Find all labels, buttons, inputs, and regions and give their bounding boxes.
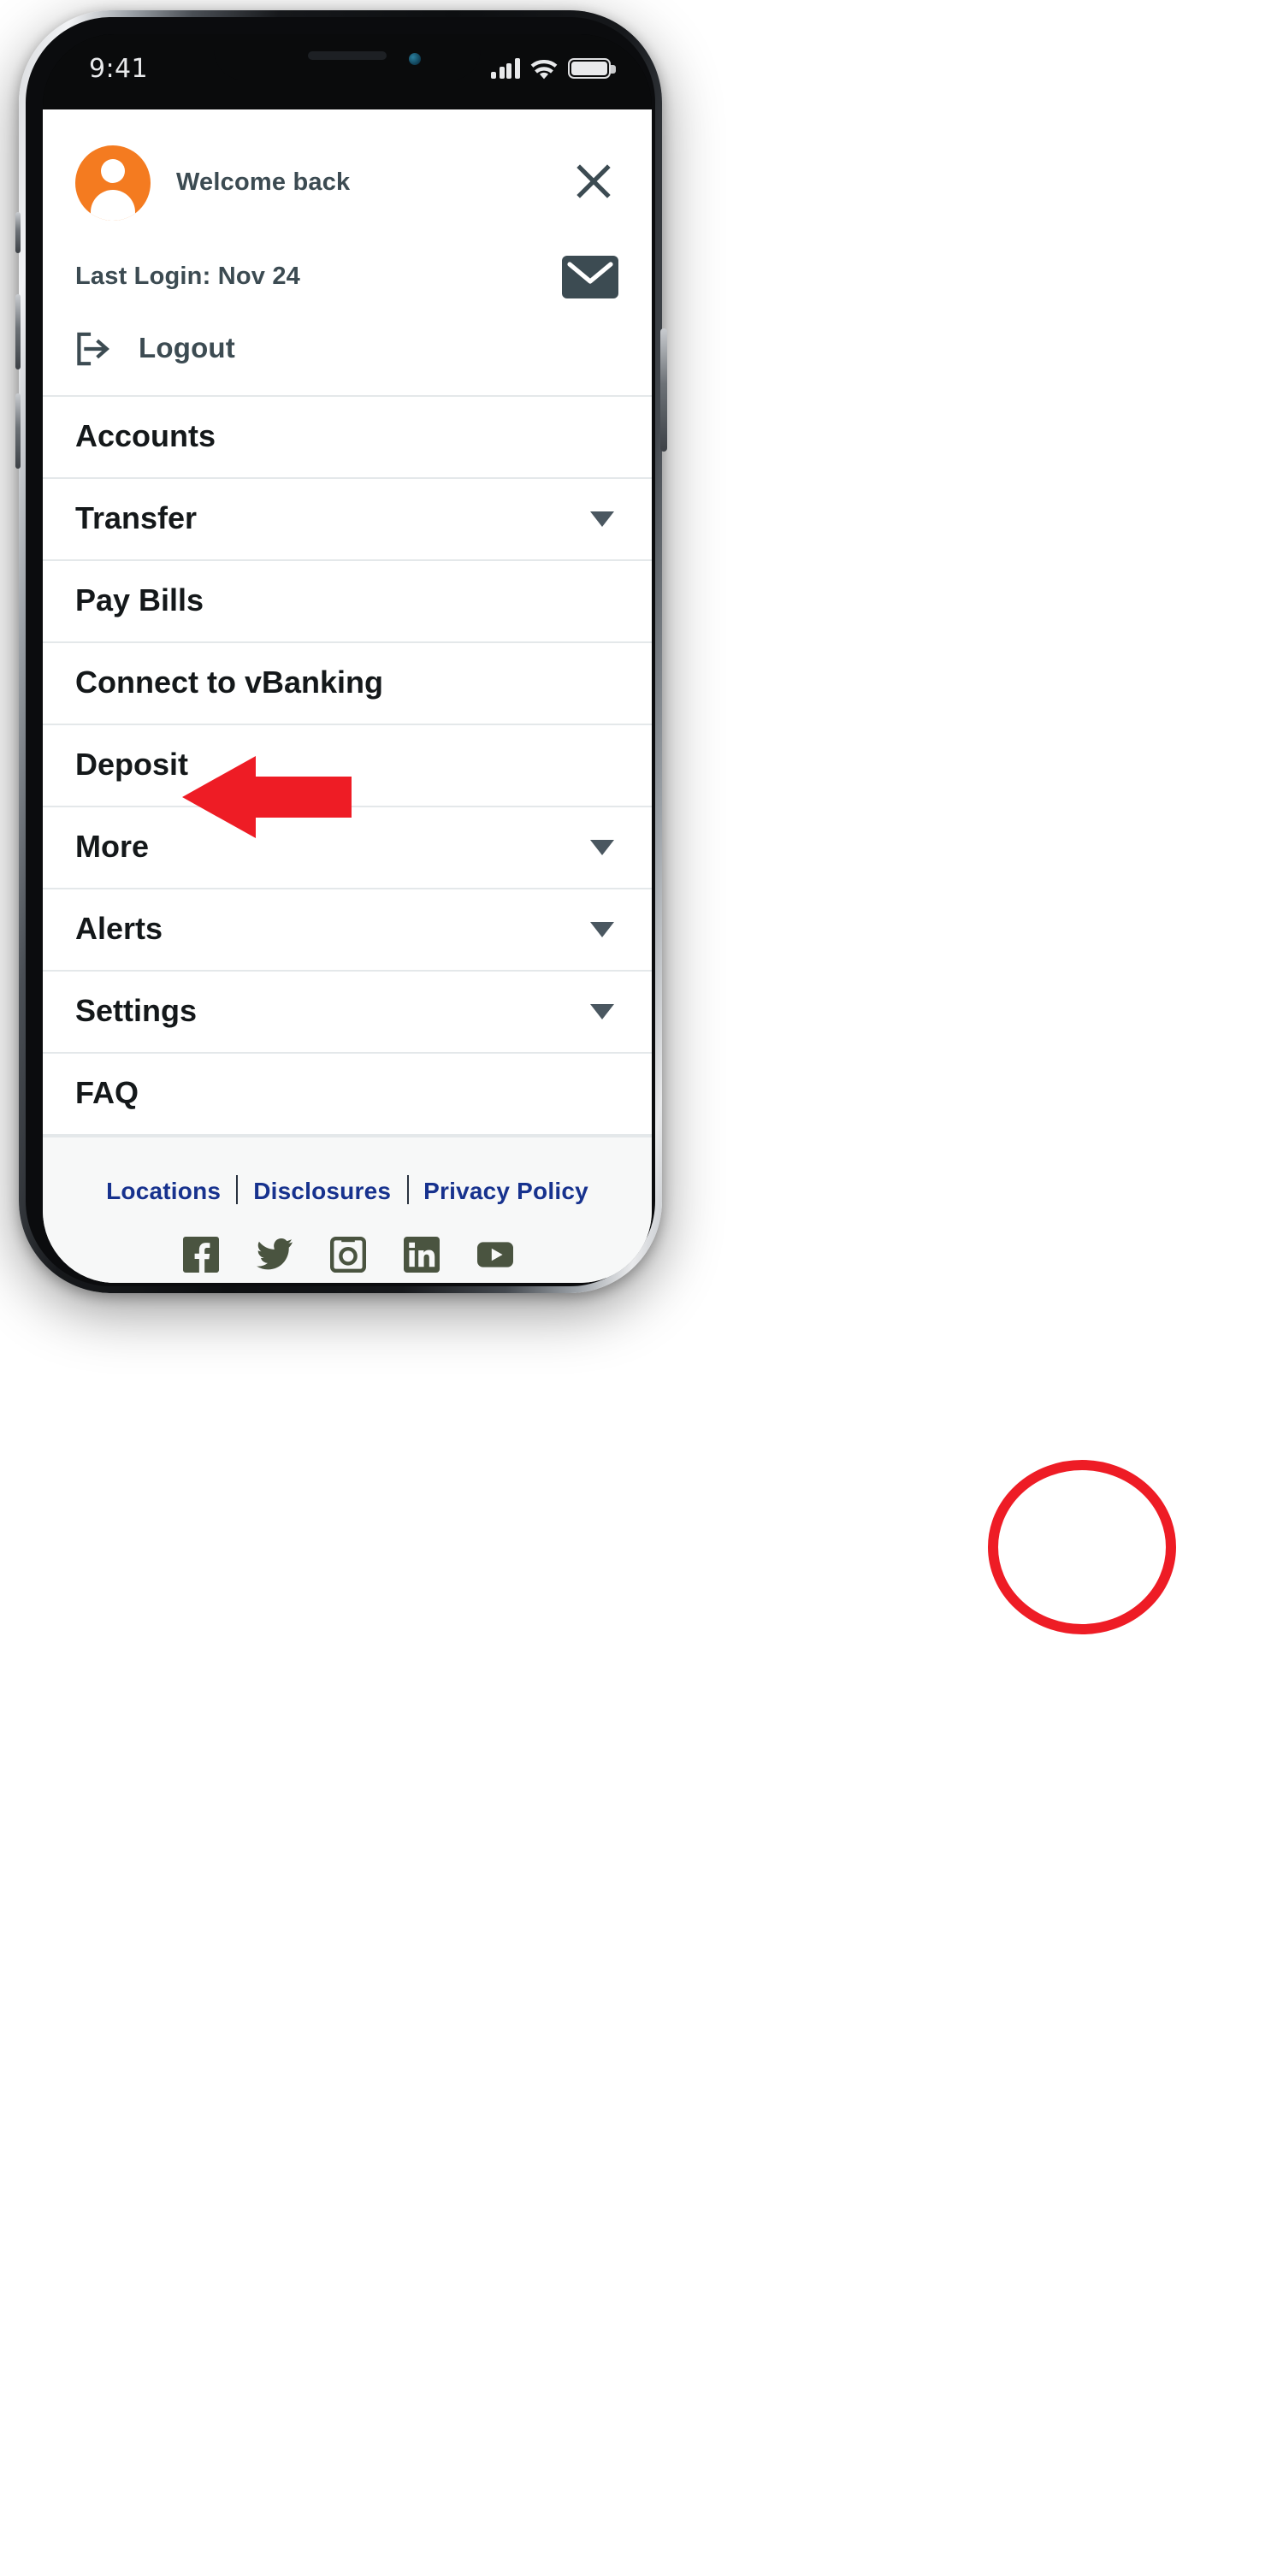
chevron-down-icon[interactable] [590,1004,614,1019]
menu-item-label: Transfer [75,501,198,535]
linkedin-icon[interactable] [403,1237,439,1273]
twitter-icon[interactable] [256,1237,292,1273]
power-button[interactable] [660,328,666,452]
welcome-text: Welcome back [176,169,351,197]
phone-screen: 9:41 Welcome back Last Login: Nov 24 Log… [43,34,652,1283]
menu-item-connect-to-vbanking[interactable]: Connect to vBanking [43,643,652,725]
main-menu-list: Accounts Transfer Pay Bills Connect to vBan… [43,395,652,1136]
menu-item-label: Alerts [75,912,163,946]
instagram-icon[interactable] [329,1237,365,1273]
menu-item-label: Connect to vBanking [75,665,384,700]
device-notch [214,34,481,80]
menu-item-settings[interactable]: Settings [43,972,652,1054]
menu-item-transfer[interactable]: Transfer [43,479,652,561]
earpiece-speaker [308,50,387,59]
menu-item-label: Pay Bills [75,583,204,617]
signal-bars-icon [491,58,520,79]
menu-item-faq[interactable]: FAQ [43,1054,652,1136]
battery-icon [568,57,616,79]
menu-item-label: FAQ [75,1076,139,1110]
phone-body: 9:41 Welcome back Last Login: Nov 24 Log… [15,10,666,1293]
avatar-body-shape [91,190,135,221]
volume-down-button[interactable] [15,393,21,469]
logout-row[interactable]: Logout [75,332,619,395]
footer-link-privacy-policy[interactable]: Privacy Policy [408,1176,604,1203]
menu-item-label: More [75,830,150,864]
footer-link-disclosures[interactable]: Disclosures [238,1176,406,1203]
menu-item-accounts[interactable]: Accounts [43,397,652,479]
menu-item-label: Settings [75,994,198,1028]
device-frame: 9:41 Welcome back Last Login: Nov 24 Log… [15,10,1283,2576]
chevron-down-icon[interactable] [590,840,614,855]
menu-item-label: Deposit [75,747,189,782]
app-content: Welcome back Last Login: Nov 24 Logout A… [43,109,652,1283]
avatar-head-shape [101,159,125,183]
facebook-icon[interactable] [182,1237,218,1273]
mute-switch[interactable] [15,212,21,253]
youtube-icon[interactable] [476,1237,512,1273]
menu-item-pay-bills[interactable]: Pay Bills [43,561,652,643]
user-avatar-icon[interactable] [75,145,151,221]
profile-header: Welcome back Last Login: Nov 24 Logout [43,109,652,395]
footer-links: Locations Disclosures Privacy Policy [43,1175,652,1204]
menu-item-more[interactable]: More [43,807,652,889]
welcome-row: Welcome back [75,144,619,222]
chevron-down-icon[interactable] [590,511,614,527]
logout-label: Logout [139,333,235,363]
last-login-row: Last Login: Nov 24 [75,246,619,308]
volume-up-button[interactable] [15,294,21,369]
footer-link-locations[interactable]: Locations [91,1176,236,1203]
logout-arrow-icon [75,332,113,366]
wifi-icon [530,58,558,80]
menu-item-deposit[interactable]: Deposit [43,725,652,807]
menu-item-alerts[interactable]: Alerts [43,889,652,972]
status-bar: 9:41 [43,34,652,109]
last-login-text: Last Login: Nov 24 [75,263,301,291]
envelope-icon[interactable] [561,255,619,299]
phone-bezel: 9:41 Welcome back Last Login: Nov 24 Log… [26,17,655,1286]
status-bar-time: 9:41 [89,53,148,84]
social-media-links [43,1237,652,1273]
close-x-icon[interactable] [568,156,619,207]
menu-item-label: Accounts [75,419,216,453]
app-footer: Locations Disclosures Privacy Policy [43,1136,652,1283]
front-camera-icon [409,52,421,64]
status-bar-indicators [491,55,616,80]
chevron-down-icon[interactable] [590,922,614,937]
